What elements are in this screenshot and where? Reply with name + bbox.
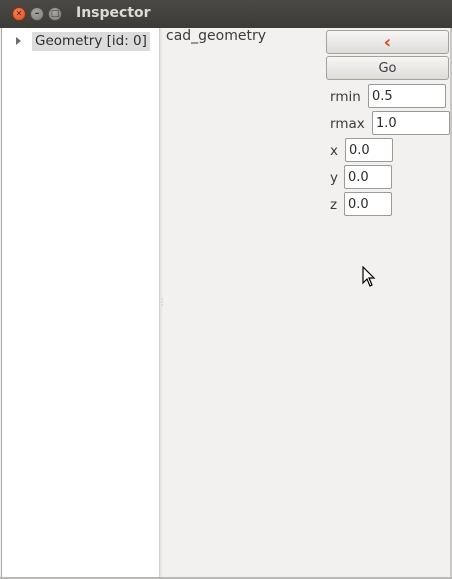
geometry-name: cad_geometry: [166, 28, 267, 44]
tree-node-label[interactable]: Geometry [id: 0]: [32, 32, 150, 51]
rmax-label: rmax: [330, 116, 365, 132]
x-label: x: [330, 143, 338, 159]
go-button[interactable]: Go: [326, 56, 449, 80]
maximize-icon: □: [50, 9, 60, 19]
mouse-pointer-icon: [362, 265, 376, 292]
rmax-field[interactable]: [372, 111, 450, 135]
close-button[interactable]: ✕: [12, 7, 26, 21]
chevron-left-icon: ‹: [383, 31, 392, 53]
tree-view[interactable]: Geometry [id: 0]: [1, 28, 159, 578]
close-icon: ✕: [15, 9, 23, 18]
rmin-field[interactable]: [368, 84, 446, 108]
title-bar[interactable]: ✕ – □ Inspector: [0, 0, 452, 28]
minimize-button[interactable]: –: [30, 7, 44, 21]
z-field[interactable]: [344, 192, 392, 216]
splitter-grip-icon: · · ·: [161, 295, 164, 310]
back-button[interactable]: ‹: [326, 30, 449, 54]
maximize-button[interactable]: □: [48, 7, 62, 21]
x-field[interactable]: [345, 138, 393, 162]
rmin-label: rmin: [330, 89, 361, 105]
go-button-label: Go: [378, 60, 397, 76]
expander-arrow-icon[interactable]: [16, 37, 21, 45]
window-title: Inspector: [76, 5, 151, 21]
minimize-icon: –: [34, 8, 40, 19]
y-field[interactable]: [344, 165, 392, 189]
z-label: z: [330, 197, 338, 213]
tree-row-geometry[interactable]: Geometry [id: 0]: [2, 31, 160, 51]
y-label: y: [330, 170, 338, 186]
